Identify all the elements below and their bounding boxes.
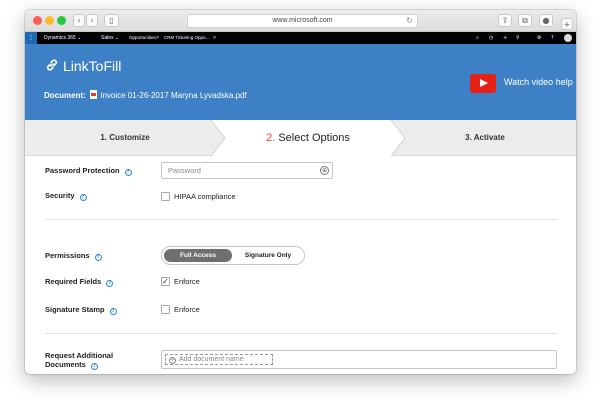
section-divider <box>45 333 557 334</box>
signature-stamp-checkbox-label[interactable]: Enforce <box>174 305 200 314</box>
full-access-option[interactable]: Full Access <box>164 249 232 262</box>
step-customize[interactable]: 1. Customize <box>45 120 205 156</box>
sidebar-icon: ▯ <box>109 16 114 25</box>
help-icon[interactable]: ? <box>90 363 98 370</box>
forward-button[interactable]: › <box>86 14 98 27</box>
show-password-icon[interactable]: ⊕ <box>320 166 329 175</box>
additional-documents-field: + Add document name <box>161 350 557 369</box>
url-text: www.microsoft.com <box>272 17 333 24</box>
reload-icon[interactable]: ↻ <box>406 15 413 27</box>
password-placeholder: Password <box>168 166 201 175</box>
app-header: LinkToFill Document: Invoice 01-26-2017 … <box>25 44 576 120</box>
request-documents-label-line2: Documents? <box>45 360 98 370</box>
new-tab-button[interactable]: + <box>561 18 573 30</box>
plus-icon: + <box>169 357 176 364</box>
signature-stamp-label: Signature Stamp? <box>45 305 117 315</box>
step-number: 2. <box>266 132 276 144</box>
pdf-file-icon <box>90 90 98 99</box>
maximize-window-button[interactable] <box>57 16 66 25</box>
search-icon[interactable]: ⌕ <box>476 32 479 44</box>
permissions-toggle: Full Access Signature Only <box>161 246 305 265</box>
history-icon[interactable]: ◷ <box>489 32 493 44</box>
permissions-label: Permissions? <box>45 251 102 261</box>
document-name: Invoice 01-26-2017 Maryna Lyvadska.pdf <box>100 91 247 100</box>
help-icon[interactable]: ? <box>109 308 117 315</box>
breadcrumb-record[interactable]: CRM Ticketing Oppo... <box>164 32 209 44</box>
help-icon[interactable]: ? <box>106 280 114 287</box>
sidebar-toggle-button[interactable]: ▯ <box>104 14 119 27</box>
security-label: Security? <box>45 191 87 201</box>
add-icon[interactable]: + <box>503 32 507 44</box>
document-label: Document: <box>44 91 86 100</box>
signature-only-option[interactable]: Signature Only <box>232 249 304 262</box>
add-document-label: Add document name <box>179 356 244 363</box>
close-window-button[interactable] <box>33 16 42 25</box>
hipaa-checkbox[interactable] <box>161 192 170 201</box>
d365-module[interactable]: Sales ⌄ <box>101 32 119 44</box>
tabs-icon: ⧉ <box>522 16 528 25</box>
wizard-steps: 1. Customize 2. Select Options 3. Activa… <box>25 120 576 156</box>
help-icon[interactable]: ? <box>94 254 102 261</box>
section-divider <box>45 219 557 220</box>
required-fields-checkbox[interactable]: ✓ <box>161 277 170 286</box>
app-launcher-icon[interactable]: ⋮ <box>25 32 37 44</box>
password-input[interactable]: Password ⊕ <box>161 162 333 179</box>
share-button[interactable]: ⇧ <box>498 14 512 27</box>
step-activate[interactable]: 3. Activate <box>405 120 565 156</box>
help-icon[interactable]: ? <box>79 194 87 201</box>
tabs-overview-button[interactable]: ⧉ <box>518 14 532 27</box>
browser-window: ‹ › ▯ www.microsoft.com ↻ ⇧ ⧉ ● + ⋮ Dyna… <box>25 10 576 374</box>
signature-stamp-checkbox[interactable] <box>161 305 170 314</box>
browser-toolbar: ‹ › ▯ www.microsoft.com ↻ ⇧ ⧉ ● + <box>25 10 576 32</box>
password-protection-label: Password Protection? <box>45 166 132 176</box>
add-document-button[interactable]: + Add document name <box>165 354 273 365</box>
d365-nav-bar: ⋮ Dynamics 365 ⌄ Sales ⌄ Opportunities >… <box>25 32 576 44</box>
step-select-options[interactable]: 2. Select Options <box>225 120 391 156</box>
d365-brand[interactable]: Dynamics 365 ⌄ <box>44 32 81 44</box>
hipaa-checkbox-label[interactable]: HIPAA compliance <box>174 192 236 201</box>
help-icon[interactable]: ? <box>124 169 132 176</box>
breadcrumb-separator: > <box>213 35 216 41</box>
breadcrumb-separator: > <box>156 35 159 41</box>
help-icon[interactable]: ? <box>551 32 554 44</box>
avatar[interactable] <box>564 34 572 42</box>
watch-video-help-link[interactable]: Watch video help <box>504 77 573 87</box>
options-form: Password Protection? Password ⊕ Security… <box>25 156 576 374</box>
filter-icon[interactable]: ⚲ <box>516 32 520 44</box>
step-label: Select Options <box>278 132 350 144</box>
link-icon <box>46 59 58 71</box>
address-bar[interactable]: www.microsoft.com ↻ <box>187 14 418 28</box>
back-button[interactable]: ‹ <box>73 14 85 27</box>
required-fields-checkbox-label[interactable]: Enforce <box>174 277 200 286</box>
document-line: Document: Invoice 01-26-2017 Maryna Lyva… <box>44 90 247 100</box>
youtube-play-icon[interactable] <box>470 74 496 93</box>
required-fields-label: Required Fields? <box>45 277 114 287</box>
share-icon: ⇧ <box>501 16 509 25</box>
gear-icon[interactable]: ⚙ <box>537 32 541 44</box>
page-title: LinkToFill <box>63 58 122 74</box>
minimize-window-button[interactable] <box>45 16 54 25</box>
request-documents-label: Request Additional <box>45 351 114 360</box>
breadcrumb-opportunities[interactable]: Opportunities <box>129 32 156 44</box>
downloads-button[interactable]: ● <box>539 14 553 27</box>
